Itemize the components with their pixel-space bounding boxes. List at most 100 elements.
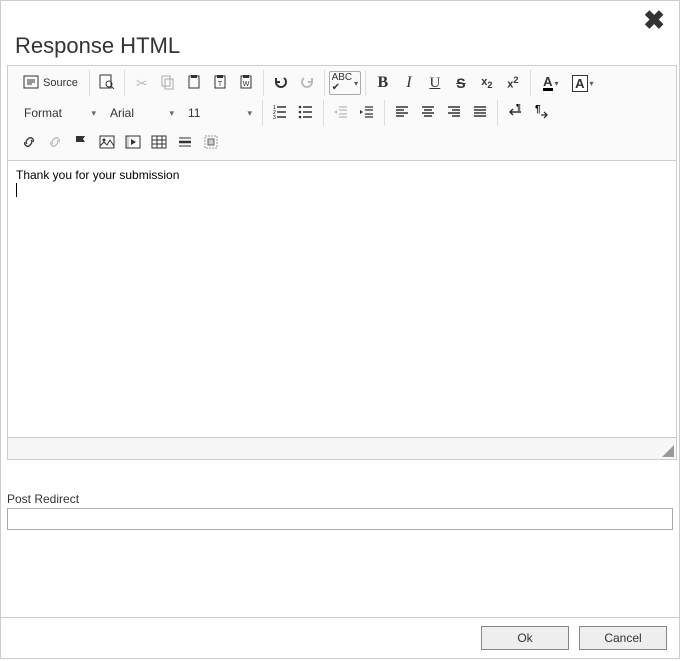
text-color-icon: A xyxy=(543,76,552,91)
unlink-icon xyxy=(47,134,63,153)
close-icon: ✖ xyxy=(643,5,665,35)
indent-button[interactable] xyxy=(354,101,380,125)
magnifier-icon xyxy=(99,74,115,93)
bold-icon: B xyxy=(378,74,389,92)
table-icon xyxy=(151,134,167,153)
chevron-down-icon: ▾ xyxy=(247,108,252,119)
hr-button[interactable] xyxy=(172,131,198,155)
ok-button[interactable]: Ok xyxy=(481,626,569,650)
superscript-button[interactable]: x2 xyxy=(500,71,526,95)
hr-icon xyxy=(177,134,193,153)
undo-icon xyxy=(273,74,289,93)
align-right-icon xyxy=(446,104,462,123)
select-all-button[interactable] xyxy=(198,131,224,155)
undo-button[interactable] xyxy=(268,71,294,95)
chevron-down-icon: ▾ xyxy=(555,79,559,88)
unordered-list-button[interactable] xyxy=(293,101,319,125)
media-icon xyxy=(125,134,141,153)
align-justify-button[interactable] xyxy=(467,101,493,125)
bg-color-icon: A xyxy=(572,75,587,92)
italic-icon: I xyxy=(406,74,411,92)
paste-text-icon: T xyxy=(212,74,228,93)
editor-status-bar xyxy=(8,437,676,459)
rtl-icon: ¶ xyxy=(533,104,549,123)
size-combo[interactable]: 11 ▾ xyxy=(180,101,254,125)
rich-text-editor: Source ✂ xyxy=(7,65,677,460)
ordered-list-button[interactable]: 123 xyxy=(267,101,293,125)
paste-word-button[interactable]: W xyxy=(233,71,259,95)
strike-icon: S xyxy=(456,75,465,91)
chevron-down-icon: ▾ xyxy=(354,79,358,88)
superscript-icon: x2 xyxy=(507,75,518,91)
ordered-list-icon: 123 xyxy=(272,104,288,123)
align-center-button[interactable] xyxy=(415,101,441,125)
anchor-button[interactable] xyxy=(68,131,94,155)
preview-button[interactable] xyxy=(94,71,120,95)
underline-button[interactable]: U xyxy=(422,71,448,95)
strike-button[interactable]: S xyxy=(448,71,474,95)
cut-button[interactable]: ✂ xyxy=(129,71,155,95)
editor-toolbar: Source ✂ xyxy=(8,66,676,161)
dialog-header: Response HTML xyxy=(1,1,679,65)
toolbar-row-1: Source ✂ xyxy=(12,70,672,100)
cancel-button-label: Cancel xyxy=(604,631,641,645)
dialog-body: Source ✂ xyxy=(1,65,679,617)
select-all-icon xyxy=(203,134,219,153)
align-right-button[interactable] xyxy=(441,101,467,125)
chevron-down-icon: ▾ xyxy=(590,79,594,88)
chevron-down-icon: ▾ xyxy=(169,108,174,119)
source-label: Source xyxy=(43,77,78,89)
italic-button[interactable]: I xyxy=(396,71,422,95)
dialog-footer: Ok Cancel xyxy=(1,617,679,658)
align-justify-icon xyxy=(472,104,488,123)
text-cursor xyxy=(16,183,17,197)
outdent-button[interactable] xyxy=(328,101,354,125)
indent-icon xyxy=(359,104,375,123)
subscript-button[interactable]: x2 xyxy=(474,71,500,95)
align-left-button[interactable] xyxy=(389,101,415,125)
ltr-icon: ¶ xyxy=(507,104,523,123)
paste-button[interactable] xyxy=(181,71,207,95)
redo-icon xyxy=(299,74,315,93)
font-combo[interactable]: Arial ▾ xyxy=(102,101,176,125)
post-redirect-input[interactable] xyxy=(7,508,673,530)
copy-button[interactable] xyxy=(155,71,181,95)
outdent-icon xyxy=(333,104,349,123)
dialog-title: Response HTML xyxy=(15,33,665,59)
svg-text:3: 3 xyxy=(273,115,276,120)
spellcheck-icon: ABC✔ xyxy=(332,73,353,93)
link-button[interactable] xyxy=(16,131,42,155)
bg-color-button[interactable]: A ▾ xyxy=(567,71,599,95)
redo-button[interactable] xyxy=(294,71,320,95)
ltr-button[interactable]: ¶ xyxy=(502,101,528,125)
align-center-icon xyxy=(420,104,436,123)
resize-grip[interactable] xyxy=(660,443,674,457)
svg-text:T: T xyxy=(218,81,223,88)
table-button[interactable] xyxy=(146,131,172,155)
underline-icon: U xyxy=(429,75,440,92)
scissors-icon: ✂ xyxy=(136,75,148,92)
image-button[interactable] xyxy=(94,131,120,155)
bold-button[interactable]: B xyxy=(370,71,396,95)
flag-icon xyxy=(73,134,89,153)
cancel-button[interactable]: Cancel xyxy=(579,626,667,650)
rtl-button[interactable]: ¶ xyxy=(528,101,554,125)
unlink-button[interactable] xyxy=(42,131,68,155)
subscript-icon: x2 xyxy=(481,76,492,90)
link-icon xyxy=(21,134,37,153)
align-left-icon xyxy=(394,104,410,123)
spellcheck-button[interactable]: ABC✔ ▾ xyxy=(329,71,361,95)
scroll-area[interactable]: Source ✂ xyxy=(1,65,679,617)
paste-icon xyxy=(186,74,202,93)
text-color-button[interactable]: A ▾ xyxy=(535,71,567,95)
paste-text-button[interactable]: T xyxy=(207,71,233,95)
post-redirect-label: Post Redirect xyxy=(7,492,673,506)
editor-content-area[interactable]: Thank you for your submission xyxy=(8,161,676,437)
ok-button-label: Ok xyxy=(517,631,532,645)
media-button[interactable] xyxy=(120,131,146,155)
close-button[interactable]: ✖ xyxy=(643,7,665,33)
format-combo[interactable]: Format ▾ xyxy=(16,101,98,125)
source-button[interactable]: Source xyxy=(16,71,85,95)
toolbar-row-2: Format ▾ Arial ▾ 11 ▾ xyxy=(12,100,672,130)
paste-word-icon: W xyxy=(238,74,254,93)
